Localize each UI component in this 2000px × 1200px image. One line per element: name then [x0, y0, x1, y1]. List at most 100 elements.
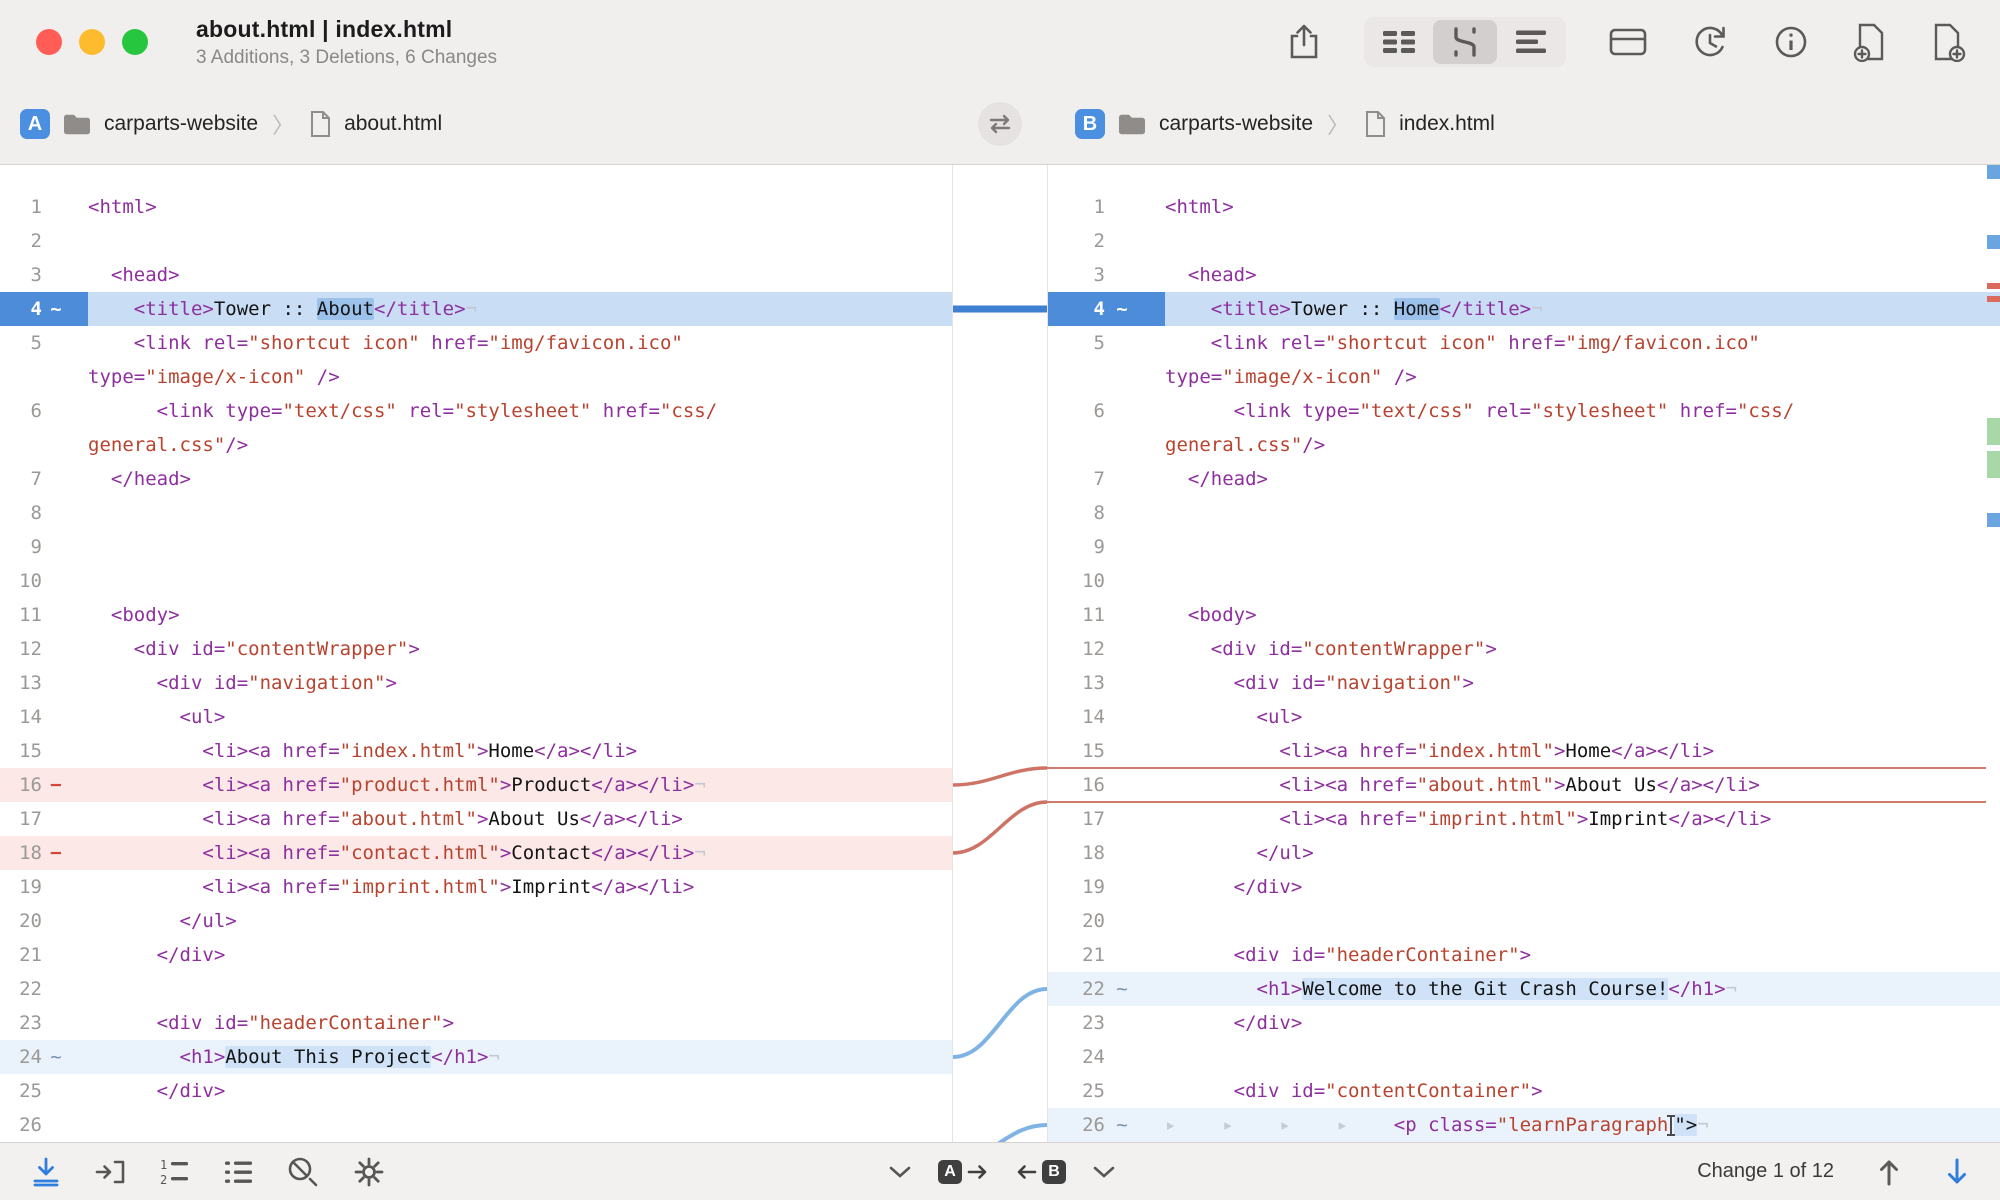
numbered-list-button[interactable]: 1 2 — [158, 1157, 190, 1187]
pane-a-options-button[interactable] — [888, 1165, 912, 1179]
pane-b-options-button[interactable] — [1092, 1165, 1116, 1179]
code-row[interactable]: 2 — [0, 224, 952, 258]
code-row[interactable]: 1<html> — [0, 190, 952, 224]
code-line[interactable] — [88, 496, 952, 530]
code-line[interactable]: <html> — [1165, 190, 2000, 224]
apply-change-button[interactable] — [30, 1156, 62, 1188]
code-row[interactable]: 16 <li><a href="about.html">About Us</a>… — [1048, 768, 2000, 802]
zoom-button[interactable] — [122, 29, 148, 55]
code-line[interactable]: <li><a href="index.html">Home</a></li> — [88, 734, 952, 768]
next-change-button[interactable] — [1944, 1157, 1970, 1187]
code-row[interactable]: general.css"/> — [1048, 428, 2000, 462]
new-file-b-button[interactable] — [1930, 22, 1966, 62]
code-line[interactable]: <div id="navigation"> — [88, 666, 952, 700]
code-row[interactable]: 26~▸ ▸ ▸ ▸ <p class="learnParagraph">¬ — [1048, 1108, 2000, 1142]
swap-files-button[interactable] — [978, 102, 1022, 146]
code-row[interactable]: 8 — [1048, 496, 2000, 530]
code-line[interactable]: <div id="contentWrapper"> — [88, 632, 952, 666]
code-line[interactable] — [1165, 496, 2000, 530]
code-row[interactable]: 11 <body> — [1048, 598, 2000, 632]
code-row[interactable]: 21 <div id="headerContainer"> — [1048, 938, 2000, 972]
info-button[interactable] — [1772, 23, 1810, 61]
code-line[interactable]: <ul> — [88, 700, 952, 734]
code-line[interactable]: </head> — [1165, 462, 2000, 496]
code-line[interactable] — [1165, 530, 2000, 564]
code-line[interactable]: <head> — [88, 258, 952, 292]
code-line[interactable]: <li><a href="imprint.html">Imprint</a></… — [1165, 802, 2000, 836]
code-line[interactable] — [88, 972, 952, 1006]
code-line[interactable]: <div id="headerContainer"> — [1165, 938, 2000, 972]
code-line[interactable]: </div> — [1165, 1006, 2000, 1040]
code-row[interactable]: 3 <head> — [1048, 258, 2000, 292]
code-row[interactable]: 18 </ul> — [1048, 836, 2000, 870]
code-row[interactable]: 20 </ul> — [0, 904, 952, 938]
code-row[interactable]: 2 — [1048, 224, 2000, 258]
code-row[interactable]: 17 <li><a href="about.html">About Us</a>… — [0, 802, 952, 836]
code-row[interactable]: 26 — [0, 1108, 952, 1142]
code-row[interactable]: 11 <body> — [0, 598, 952, 632]
code-row[interactable]: 3 <head> — [0, 258, 952, 292]
code-line[interactable] — [1165, 1040, 2000, 1074]
breadcrumb-file-b[interactable]: index.html — [1399, 112, 1495, 136]
code-line[interactable]: ▸ ▸ ▸ ▸ <p class="learnParagraph">¬ — [1165, 1108, 2000, 1142]
code-line[interactable]: type="image/x-icon" /> — [88, 360, 952, 394]
code-line[interactable]: </head> — [88, 462, 952, 496]
fluid-view-button[interactable] — [1433, 20, 1497, 64]
code-row[interactable]: type="image/x-icon" /> — [0, 360, 952, 394]
code-line[interactable]: <ul> — [1165, 700, 2000, 734]
close-button[interactable] — [36, 29, 62, 55]
code-row[interactable]: 20 — [1048, 904, 2000, 938]
code-line[interactable]: <link type="text/css" rel="stylesheet" h… — [1165, 394, 2000, 428]
code-row[interactable]: 22~ <h1>Welcome to the Git Crash Course!… — [1048, 972, 2000, 1006]
merge-arrow-button[interactable] — [94, 1157, 126, 1187]
breadcrumb-file-a[interactable]: about.html — [344, 112, 442, 136]
code-row[interactable]: 9 — [1048, 530, 2000, 564]
code-row[interactable]: 12 <div id="contentWrapper"> — [0, 632, 952, 666]
code-line[interactable]: <li><a href="about.html">About Us</a></l… — [88, 802, 952, 836]
code-line[interactable]: </ul> — [88, 904, 952, 938]
code-row[interactable]: 6 <link type="text/css" rel="stylesheet"… — [0, 394, 952, 428]
code-row[interactable]: 23 <div id="headerContainer"> — [0, 1006, 952, 1040]
code-line[interactable]: </div> — [1165, 870, 2000, 904]
code-row[interactable]: 15 <li><a href="index.html">Home</a></li… — [0, 734, 952, 768]
breadcrumb-folder-b[interactable]: carparts-website — [1159, 112, 1313, 136]
share-button[interactable] — [1286, 22, 1322, 62]
code-row[interactable]: 10 — [0, 564, 952, 598]
code-row[interactable]: 17 <li><a href="imprint.html">Imprint</a… — [1048, 802, 2000, 836]
history-button[interactable] — [1690, 23, 1730, 61]
code-row[interactable]: 12 <div id="contentWrapper"> — [1048, 632, 2000, 666]
code-line[interactable]: </ul> — [1165, 836, 2000, 870]
code-line[interactable]: <li><a href="about.html">About Us</a></l… — [1165, 768, 2000, 802]
code-line[interactable]: <h1>About This Project</h1>¬ — [88, 1040, 952, 1074]
code-row[interactable]: 25 </div> — [0, 1074, 952, 1108]
copy-to-a-control[interactable]: A — [938, 1160, 989, 1184]
code-line[interactable]: <div id="navigation"> — [1165, 666, 2000, 700]
settings-button[interactable] — [352, 1155, 386, 1189]
code-row[interactable]: 14 <ul> — [1048, 700, 2000, 734]
code-line[interactable]: </div> — [88, 938, 952, 972]
code-line[interactable] — [1165, 564, 2000, 598]
code-line[interactable]: <head> — [1165, 258, 2000, 292]
code-row[interactable]: 23 </div> — [1048, 1006, 2000, 1040]
code-line[interactable]: <title>Tower :: Home</title>¬ — [1165, 292, 2000, 326]
code-row[interactable]: 24~ <h1>About This Project</h1>¬ — [0, 1040, 952, 1074]
code-line[interactable]: <title>Tower :: About</title>¬ — [88, 292, 952, 326]
code-pane-a[interactable]: 1<html>23 <head>4~ <title>Tower :: About… — [0, 165, 953, 1142]
code-line[interactable]: <div id="contentWrapper"> — [1165, 632, 2000, 666]
code-line[interactable] — [88, 564, 952, 598]
code-row[interactable]: 16− <li><a href="product.html">Product</… — [0, 768, 952, 802]
code-row[interactable]: general.css"/> — [0, 428, 952, 462]
code-row[interactable]: type="image/x-icon" /> — [1048, 360, 2000, 394]
code-line[interactable]: type="image/x-icon" /> — [1165, 360, 2000, 394]
code-line[interactable] — [1165, 904, 2000, 938]
code-row[interactable]: 8 — [0, 496, 952, 530]
compact-list-button[interactable] — [222, 1157, 254, 1187]
no-edit-button[interactable] — [286, 1155, 320, 1189]
code-line[interactable] — [88, 224, 952, 258]
code-line[interactable] — [88, 530, 952, 564]
code-line[interactable]: <link rel="shortcut icon" href="img/favi… — [88, 326, 952, 360]
code-row[interactable]: 21 </div> — [0, 938, 952, 972]
code-row[interactable]: 24 — [1048, 1040, 2000, 1074]
code-line[interactable]: <div id="contentContainer"> — [1165, 1074, 2000, 1108]
code-line[interactable]: </div> — [88, 1074, 952, 1108]
